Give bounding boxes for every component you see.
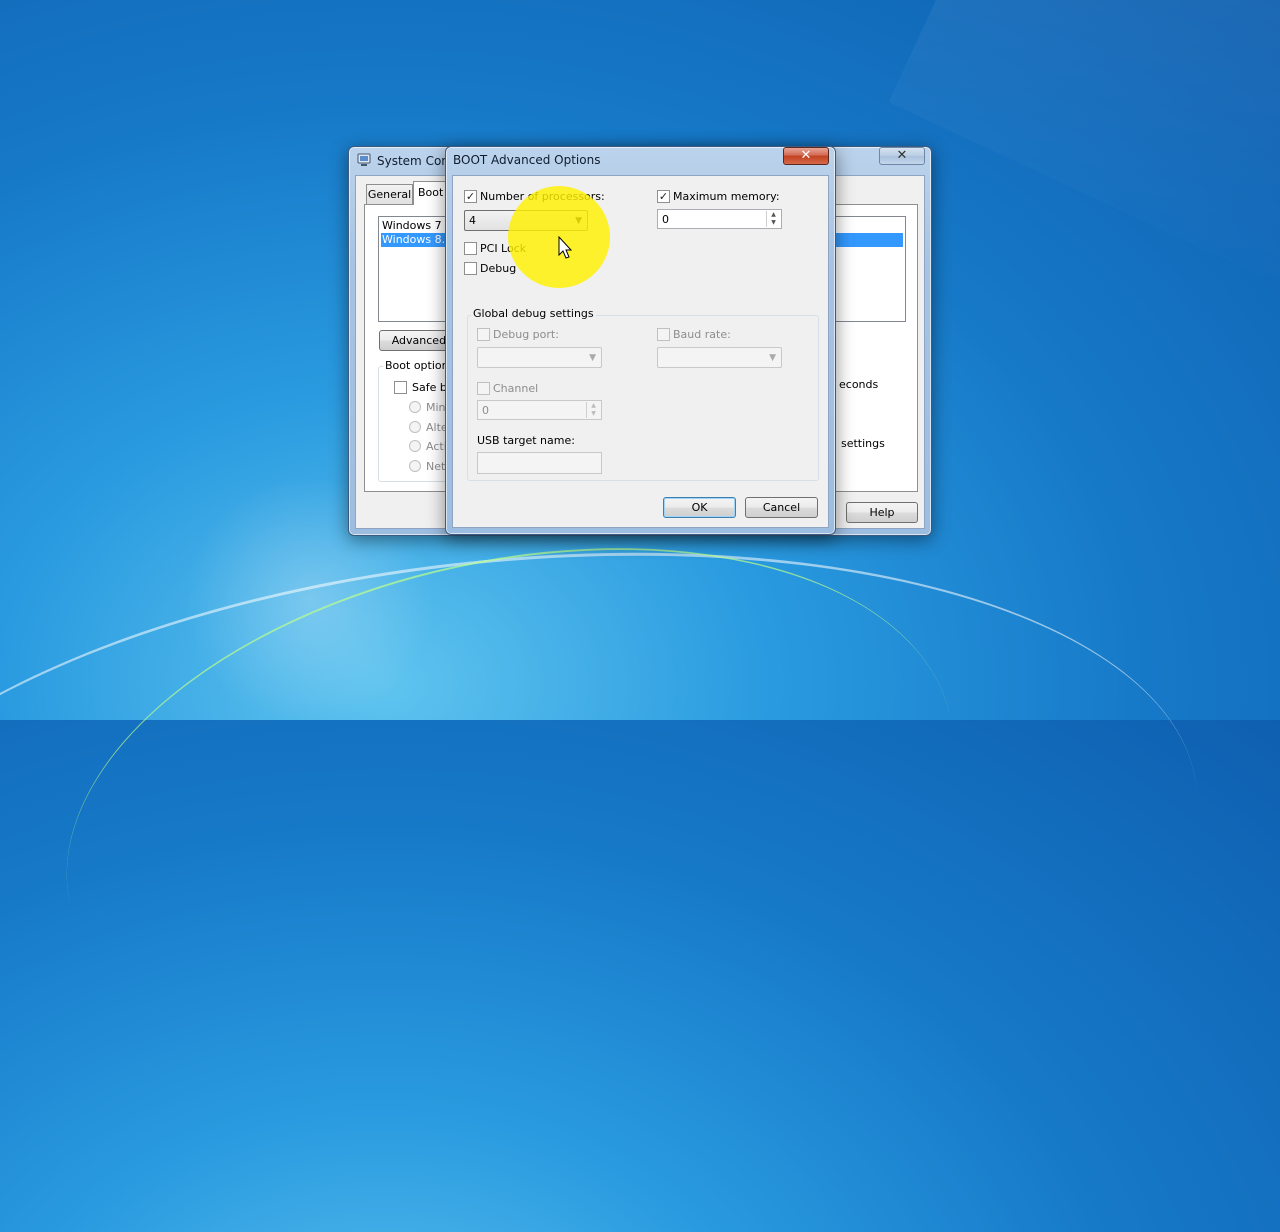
channel-checkbox[interactable]: [477, 382, 490, 395]
ok-button[interactable]: OK: [663, 497, 736, 518]
timeout-seconds-label: econds: [839, 378, 879, 391]
close-icon: ✕: [800, 148, 812, 163]
spin-down-icon[interactable]: ▼: [587, 410, 600, 418]
debug-port-dropdown[interactable]: ▼: [477, 347, 602, 368]
channel-spinbox[interactable]: 0 ▲ ▼: [477, 400, 602, 420]
radio-network[interactable]: [409, 460, 421, 472]
baud-rate-checkbox[interactable]: [657, 328, 670, 341]
wallpaper-light-beam: [888, 0, 1280, 314]
chevron-down-icon: ▼: [589, 353, 596, 363]
mouse-pointer-icon: [558, 236, 572, 259]
spin-arrows[interactable]: ▲ ▼: [586, 402, 600, 418]
cancel-button[interactable]: Cancel: [745, 497, 818, 518]
close-button[interactable]: ✕: [879, 147, 925, 165]
tab-boot-label: Boot: [418, 186, 444, 199]
tab-general[interactable]: General: [366, 184, 413, 204]
close-icon: ✕: [896, 148, 908, 163]
chevron-down-icon: ▼: [769, 353, 776, 363]
debug-port-label: Debug port:: [493, 328, 559, 341]
maximum-memory-checkbox[interactable]: ✓: [657, 190, 670, 203]
usb-target-name-input[interactable]: [477, 452, 602, 474]
radio-alternate-shell[interactable]: [409, 421, 421, 433]
radio-active-directory-label: Acti: [426, 440, 447, 453]
baud-rate-label: Baud rate:: [673, 328, 731, 341]
debug-checkbox[interactable]: [464, 262, 477, 275]
msconfig-app-icon: [357, 153, 371, 166]
ok-label: OK: [691, 501, 708, 514]
global-debug-settings-title: Global debug settings: [471, 307, 596, 320]
usb-target-name-label: USB target name:: [477, 434, 575, 447]
channel-value: 0: [482, 404, 489, 417]
maximum-memory-label: Maximum memory:: [673, 190, 780, 203]
safe-boot-checkbox[interactable]: [394, 381, 407, 394]
dialog-title: BOOT Advanced Options: [453, 153, 601, 167]
radio-minimal[interactable]: [409, 401, 421, 413]
pci-lock-checkbox[interactable]: [464, 242, 477, 255]
check-icon: ✓: [465, 190, 476, 203]
debug-port-checkbox[interactable]: [477, 328, 490, 341]
window-title: System Conf: [377, 154, 454, 168]
check-icon: ✓: [658, 190, 669, 203]
help-button[interactable]: Help: [846, 502, 918, 523]
radio-active-directory[interactable]: [409, 440, 421, 452]
spin-down-icon[interactable]: ▼: [767, 219, 780, 227]
baud-rate-dropdown[interactable]: ▼: [657, 347, 782, 368]
boot-settings-label: settings: [841, 437, 885, 450]
number-of-processors-value: 4: [469, 214, 476, 227]
number-of-processors-checkbox[interactable]: ✓: [464, 190, 477, 203]
spin-up-icon[interactable]: ▲: [767, 211, 780, 219]
debug-label: Debug: [480, 262, 517, 275]
maximum-memory-spinbox[interactable]: 0 ▲ ▼: [657, 209, 782, 229]
help-label: Help: [869, 506, 895, 519]
dialog-close-button[interactable]: ✕: [783, 147, 829, 165]
cancel-label: Cancel: [762, 501, 801, 514]
spin-arrows[interactable]: ▲ ▼: [766, 211, 780, 227]
maximum-memory-value: 0: [662, 213, 669, 226]
boot-advanced-options-dialog: BOOT Advanced Options ✕ ✓ Number of proc…: [445, 146, 836, 535]
channel-label: Channel: [493, 382, 539, 395]
tab-general-label: General: [367, 188, 412, 201]
spin-up-icon[interactable]: ▲: [587, 402, 600, 410]
